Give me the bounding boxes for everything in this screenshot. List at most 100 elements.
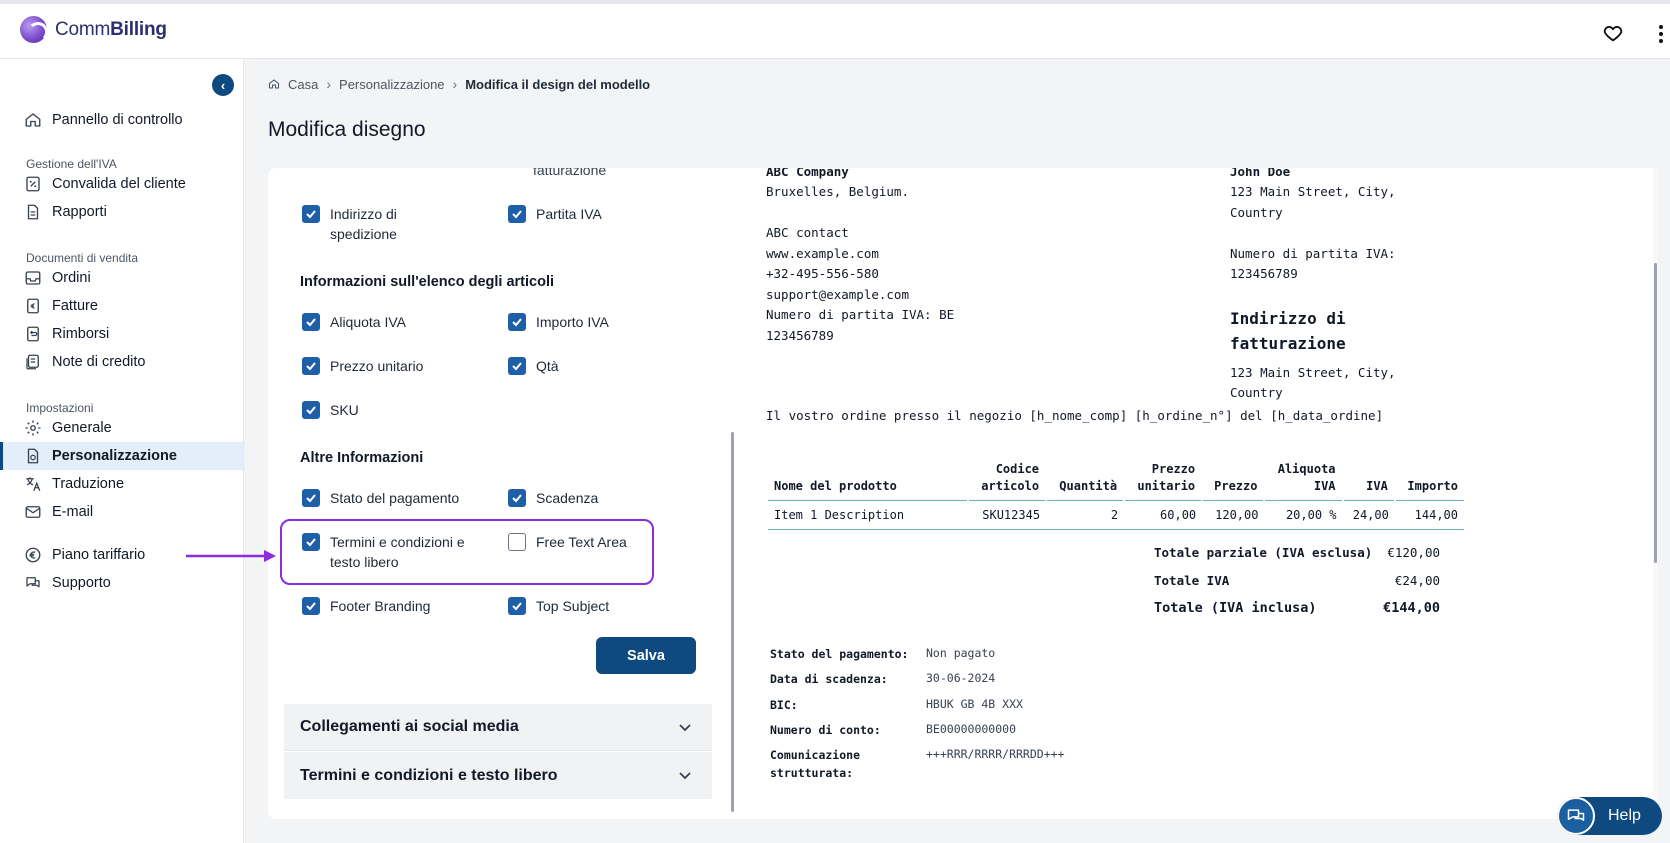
more-vertical-icon[interactable]: [1658, 24, 1664, 44]
sidebar-item-support[interactable]: Supporto: [0, 569, 243, 597]
qty-checkbox[interactable]: Qtà: [508, 356, 559, 376]
top-subject-checkbox[interactable]: Top Subject: [508, 596, 609, 616]
preview-order-line: Il vostro ordine presso il negozio [h_no…: [766, 408, 1384, 423]
refund-icon: [27, 326, 39, 342]
breadcrumb-separator: ›: [452, 76, 458, 92]
unit-price-checkbox[interactable]: Prezzo unitario: [302, 356, 423, 376]
vat-number-checkbox[interactable]: Partita IVA: [508, 204, 602, 224]
vat-rate-checkbox[interactable]: Aliquota IVA: [302, 312, 406, 332]
preview-customer: John Doe: [1230, 168, 1291, 179]
account-label: Numero di conto:: [770, 723, 881, 737]
home-icon: [268, 79, 280, 89]
sidebar-item-orders[interactable]: Ordini: [0, 264, 243, 292]
th-vat-rate: Aliquota IVA: [1263, 457, 1343, 501]
sidebar-item-refunds[interactable]: Rimborsi: [0, 320, 243, 348]
due-date-value: 30-06-2024: [926, 671, 996, 685]
sidebar-item-label: E-mail: [52, 504, 94, 520]
th-amount: Importo: [1393, 457, 1464, 501]
subtotal-value: €120,00: [1387, 545, 1440, 560]
preview-vat-line2: 123456789: [766, 328, 834, 343]
cut-off-label: fatturazione: [533, 168, 607, 178]
sidebar-item-invoices[interactable]: Fatture: [0, 292, 243, 320]
vat-amount-checkbox[interactable]: Importo IVA: [508, 312, 609, 332]
preview-website: www.example.com: [766, 246, 879, 261]
sidebar-item-customer-validation[interactable]: Convalida del cliente: [0, 170, 243, 198]
preview-phone: +32-495-556-580: [766, 266, 879, 281]
preview-company-city: Bruxelles, Belgium.: [766, 184, 909, 199]
th-name: Nome del prodotto: [768, 457, 968, 501]
sidebar-item-label: Piano tariffario: [52, 547, 146, 563]
collapse-sidebar-button[interactable]: ‹: [212, 74, 234, 96]
payment-status-label: Stato del pagamento:: [770, 647, 909, 661]
mail-icon: [25, 506, 41, 518]
vat-total-label: Totale IVA: [1154, 573, 1230, 588]
due-date-checkbox[interactable]: Scadenza: [508, 488, 598, 508]
sidebar-item-reports[interactable]: Rapporti: [0, 198, 243, 226]
euro-doc-icon: [27, 298, 39, 314]
invoice-preview: ABC Company Bruxelles, Belgium. ABC cont…: [760, 168, 1536, 819]
sidebar-item-personalization[interactable]: Personalizzazione: [0, 442, 243, 470]
payment-status-checkbox[interactable]: Stato del pagamento: [302, 488, 459, 508]
preview-cust-addr1: 123 Main Street, City,: [1230, 184, 1396, 199]
subtotal-label: Totale parziale (IVA esclusa): [1154, 545, 1373, 560]
sidebar-item-label: Supporto: [52, 575, 111, 591]
preview-billing-heading2: fatturazione: [1230, 334, 1346, 353]
sidebar-item-general[interactable]: Generale: [0, 414, 243, 442]
breadcrumb: Casa › Personalizzazione › Modifica il d…: [268, 76, 650, 92]
left-scrollbar[interactable]: [731, 432, 734, 812]
translate-icon: [26, 477, 41, 491]
table-row: Item 1 Description SKU12345 2 60,00 120,…: [768, 500, 1464, 530]
chevron-down-icon: [679, 772, 691, 780]
heart-icon[interactable]: [1602, 22, 1624, 44]
accordion-social-links[interactable]: Collegamenti ai social media: [284, 704, 712, 751]
gear-icon: [25, 420, 41, 436]
sidebar-item-label: Ordini: [52, 270, 91, 286]
terms-checkbox[interactable]: Termini e condizioni e testo libero: [302, 532, 472, 572]
shipping-address-checkbox[interactable]: Indirizzo di spedizione: [302, 204, 452, 244]
sidebar: ‹ Pannello di controllo Gestione dell'IV…: [0, 59, 244, 843]
sidebar-item-label: Generale: [52, 420, 112, 436]
inbox-icon: [25, 271, 41, 285]
sidebar-item-label: Rimborsi: [52, 326, 110, 342]
other-section-heading: Altre Informazioni: [300, 450, 424, 466]
save-button[interactable]: Salva: [596, 637, 696, 674]
app-logo[interactable]: CommBilling: [20, 16, 167, 43]
accordion-terms[interactable]: Termini e condizioni e testo libero: [284, 752, 712, 799]
euro-icon: [25, 547, 41, 563]
preview-contact: ABC contact: [766, 225, 849, 240]
sidebar-item-credit-notes[interactable]: Note di credito: [0, 348, 243, 376]
bic-value: HBUK GB 4B XXX: [926, 697, 1023, 711]
notes-icon: [26, 354, 39, 370]
options-panel: fatturazione Indirizzo di spedizione Par…: [268, 168, 730, 819]
breadcrumb-separator: ›: [326, 76, 332, 92]
breadcrumb-home[interactable]: Casa: [288, 77, 318, 92]
free-text-checkbox[interactable]: Free Text Area: [508, 532, 627, 552]
th-vat: IVA: [1341, 457, 1395, 501]
sidebar-item-translation[interactable]: Traduzione: [0, 470, 243, 498]
help-button[interactable]: Help: [1557, 797, 1662, 835]
page-title: Modifica disegno: [268, 118, 426, 141]
structured-comm-label2: strutturata:: [770, 766, 854, 780]
sidebar-item-email[interactable]: E-mail: [0, 498, 243, 526]
chevron-down-icon: [679, 724, 691, 732]
editor-card: fatturazione Indirizzo di spedizione Par…: [268, 168, 1658, 819]
preview-bill-addr1: 123 Main Street, City,: [1230, 365, 1396, 380]
structured-comm-value: +++RRR/RRRR/RRRDD+++: [926, 747, 1065, 761]
footer-branding-checkbox[interactable]: Footer Branding: [302, 596, 430, 616]
bic-label: BIC:: [770, 698, 798, 712]
preview-billing-heading1: Indirizzo di: [1230, 309, 1346, 328]
preview-company: ABC Company: [766, 168, 849, 179]
chat-icon: [26, 577, 40, 588]
logo-text: CommBilling: [55, 18, 167, 40]
account-value: BE00000000000: [926, 722, 1017, 736]
percent-doc-icon: [26, 176, 40, 192]
items-section-heading: Informazioni sull'elenco degli articoli: [300, 274, 555, 290]
sku-checkbox[interactable]: SKU: [302, 400, 359, 420]
sidebar-item-label: Pannello di controllo: [52, 112, 183, 128]
breadcrumb-parent[interactable]: Personalizzazione: [339, 77, 445, 92]
grand-total-value: €144,00: [1383, 600, 1440, 616]
preview-bill-addr2: Country: [1230, 385, 1283, 400]
sidebar-item-dashboard[interactable]: Pannello di controllo: [0, 106, 243, 134]
preview-vat-line1: Numero di partita IVA: BE: [766, 307, 955, 322]
right-scrollbar[interactable]: [1654, 263, 1657, 563]
